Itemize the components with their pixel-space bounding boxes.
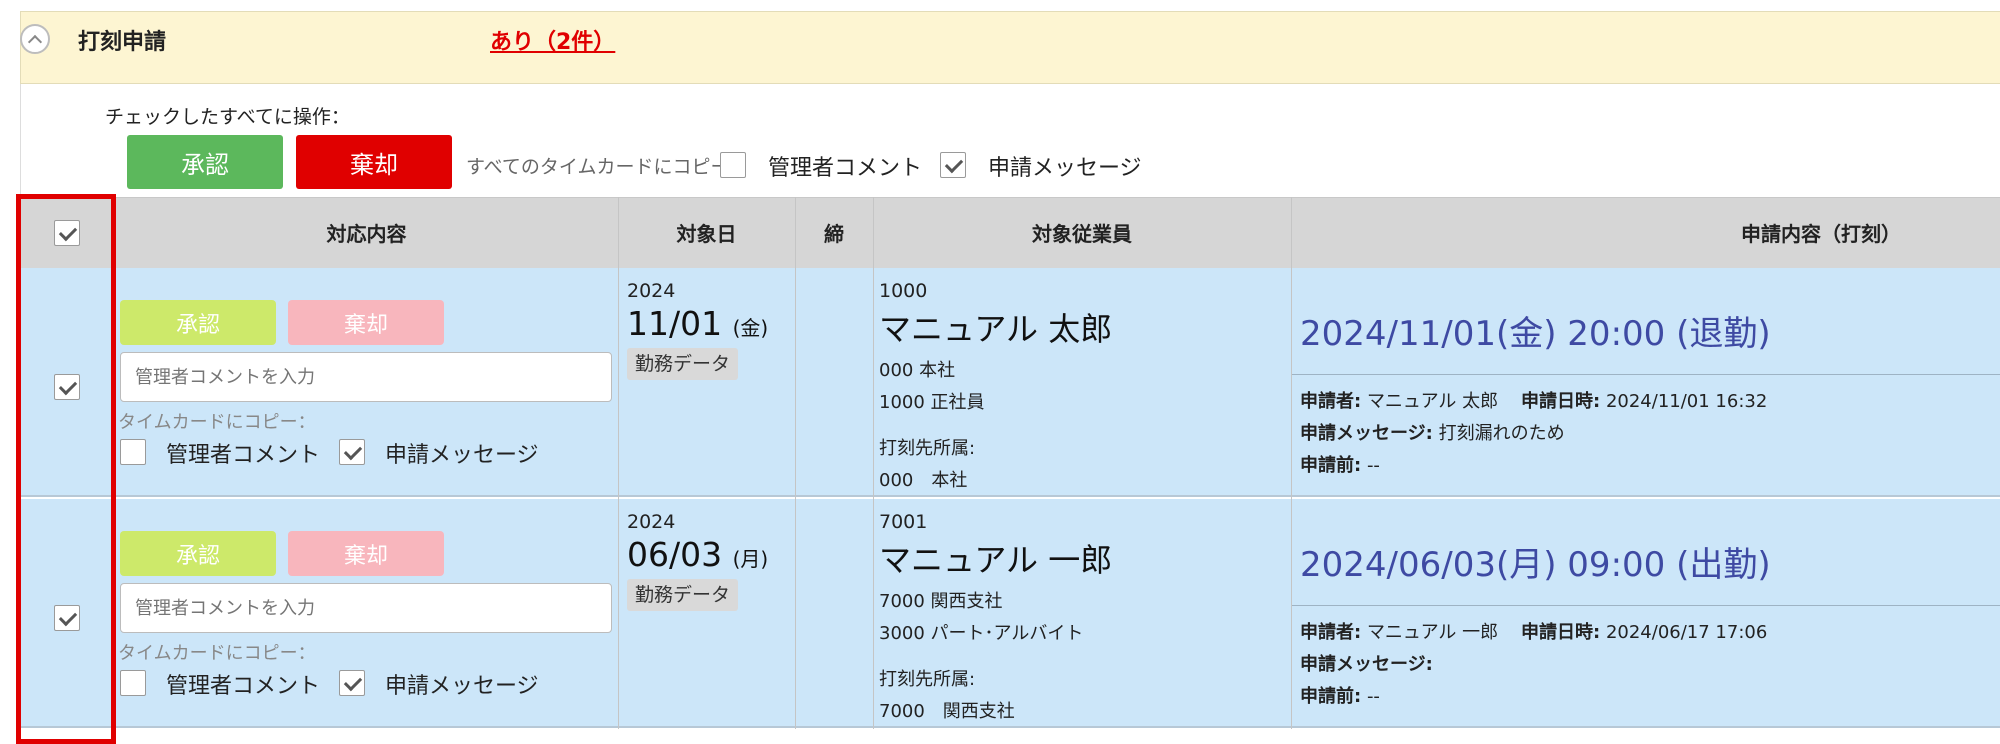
row-approve-button[interactable]: 承認 <box>120 300 276 345</box>
bulk-action-label: チェックしたすべてに操作： <box>105 106 350 128</box>
clock-affiliation: 000 本社 <box>879 470 968 491</box>
collapse-button[interactable] <box>20 24 50 54</box>
row-request-message-label: 申請メッセージ <box>385 674 539 699</box>
applicant-line: 申請者: マニュアル 太郎 申請日時: 2024/11/01 16:32 <box>1300 391 1768 412</box>
bulk-request-message-label: 申請メッセージ <box>988 156 1142 181</box>
employee-code: 7001 <box>879 511 928 533</box>
header-employee: 対象従業員 <box>1032 222 1132 246</box>
employee-type: 3000 パート･アルバイト <box>879 623 1084 644</box>
row-request-message-checkbox[interactable] <box>339 439 365 465</box>
header-action: 対応内容 <box>326 222 407 246</box>
applicant-line: 申請者: マニュアル 一郎 申請日時: 2024/06/17 17:06 <box>1300 622 1768 643</box>
copy-to-timecard-label: タイムカードにコピー： <box>118 643 316 664</box>
employee-department: 000 本社 <box>879 360 956 381</box>
bulk-request-message-checkbox[interactable] <box>940 152 966 178</box>
request-datetime: 2024/06/03(月) 09:00 (出勤) <box>1300 545 1771 585</box>
employee-code: 1000 <box>879 280 928 302</box>
request-datetime: 2024/11/01(金) 20:00 (退勤) <box>1300 314 1771 354</box>
row-approve-button[interactable]: 承認 <box>120 531 276 576</box>
target-year: 2024 <box>627 280 676 302</box>
admin-comment-input[interactable] <box>120 583 612 633</box>
copy-to-timecard-label: タイムカードにコピー： <box>118 412 316 433</box>
bulk-admin-comment-label: 管理者コメント <box>768 156 923 181</box>
bulk-approve-button[interactable]: 承認 <box>127 135 283 189</box>
clock-affiliation: 7000 関西支社 <box>879 701 1015 722</box>
section-status-link[interactable]: あり（2件） <box>490 24 615 56</box>
header-request: 申請内容（打刻） <box>1741 222 1901 246</box>
copy-all-label: すべてのタイムカードにコピー： <box>466 156 749 178</box>
clock-affiliation-label: 打刻先所属: <box>879 438 976 459</box>
column-divider <box>795 197 796 729</box>
row-reject-button[interactable]: 棄却 <box>288 300 444 345</box>
bulk-admin-comment-checkbox[interactable] <box>720 152 746 178</box>
header-date: 対象日 <box>676 222 737 246</box>
row-reject-button[interactable]: 棄却 <box>288 531 444 576</box>
row-admin-comment-label: 管理者コメント <box>166 674 321 699</box>
highlight-box <box>16 194 116 744</box>
request-message-line: 申請メッセージ: <box>1300 654 1433 675</box>
row-admin-comment-label: 管理者コメント <box>166 443 321 468</box>
row-admin-comment-checkbox[interactable] <box>120 439 146 465</box>
employee-name: マニュアル 一郎 <box>879 541 1113 579</box>
employee-type: 1000 正社員 <box>879 392 985 413</box>
employee-name: マニュアル 太郎 <box>879 310 1113 348</box>
row-request-message-checkbox[interactable] <box>339 670 365 696</box>
employee-department: 7000 関西支社 <box>879 591 1003 612</box>
request-message-line: 申請メッセージ: 打刻漏れのため <box>1300 423 1565 444</box>
target-date: 06/03 (月) <box>627 535 769 574</box>
column-divider <box>618 197 619 729</box>
request-before-line: 申請前: -- <box>1300 455 1380 476</box>
section-header <box>20 11 2000 84</box>
target-date: 11/01 (金) <box>627 304 769 343</box>
work-data-tag[interactable]: 勤務データ <box>627 579 739 611</box>
admin-comment-input[interactable] <box>120 352 612 402</box>
request-divider <box>1292 374 2000 375</box>
section-title: 打刻申請 <box>78 30 167 55</box>
work-data-tag[interactable]: 勤務データ <box>627 348 739 380</box>
column-divider <box>1291 197 1292 729</box>
chevron-up-icon <box>27 34 43 49</box>
bulk-reject-button[interactable]: 棄却 <box>296 135 452 189</box>
header-lock: 締 <box>824 222 844 246</box>
request-before-line: 申請前: -- <box>1300 686 1380 707</box>
row-admin-comment-checkbox[interactable] <box>120 670 146 696</box>
target-year: 2024 <box>627 511 676 533</box>
clock-affiliation-label: 打刻先所属: <box>879 669 976 690</box>
row-request-message-label: 申請メッセージ <box>385 443 539 468</box>
column-divider <box>873 197 874 729</box>
request-divider <box>1292 605 2000 606</box>
